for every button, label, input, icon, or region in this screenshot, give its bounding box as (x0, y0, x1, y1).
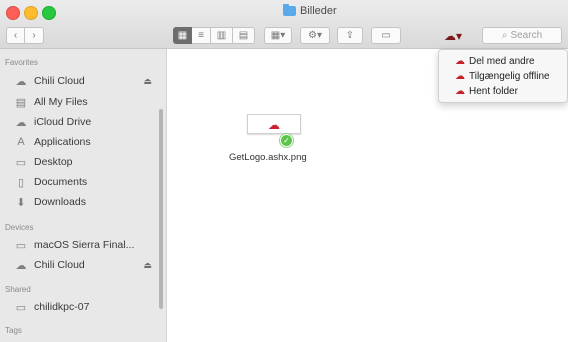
sidebar-section-favorites: Favorites (5, 58, 38, 67)
sync-status-icon: ✓ (280, 134, 293, 147)
eject-icon[interactable]: ⏏ (143, 260, 152, 271)
menu-item-hent-folder[interactable]: ☁ Hent folder (455, 84, 518, 98)
file-thumbnail: ☁ (247, 114, 301, 134)
share-button[interactable]: ⇪ (337, 27, 363, 44)
documents-icon: ▯ (17, 176, 25, 189)
all-files-icon: ▤ (15, 96, 27, 109)
sidebar-item-documents[interactable]: ▯ Documents (14, 173, 154, 191)
sidebar-item-label: Desktop (34, 156, 73, 168)
cloud-icon: ☁ (15, 259, 27, 272)
sidebar-item-desktop[interactable]: ▭ Desktop (14, 153, 154, 171)
grid-icon: ▦ (177, 30, 188, 41)
sidebar-section-tags: Tags (5, 326, 22, 335)
sidebar: Favorites ☁ Chili Cloud ⏏ ▤ All My Files… (0, 49, 167, 342)
menu-item-label: Del med andre (469, 55, 535, 67)
view-gallery-button[interactable]: ▤ (233, 27, 255, 44)
forward-icon: › (32, 30, 36, 41)
menu-item-tilgaengelig-offline[interactable]: ☁ Tilgængelig offline (455, 69, 550, 83)
cloud-icon: ☁▾ (444, 28, 463, 43)
chili-cloud-dropdown-menu: ☁ Del med andre ☁ Tilgængelig offline ☁ … (438, 49, 568, 103)
tag-icon: ▭ (381, 30, 391, 41)
eject-icon[interactable]: ⏏ (143, 76, 152, 87)
cloud-icon: ☁ (15, 75, 27, 88)
action-button[interactable]: ⚙▾ (300, 27, 330, 44)
back-icon: ‹ (13, 30, 18, 41)
share-icon: ⇪ (345, 30, 355, 41)
cloud-icon: ☁ (455, 55, 465, 67)
view-mode-control: ▦ ≡ ▥ ▤ (173, 27, 255, 44)
window-title-group: Billeder (283, 4, 337, 18)
search-field[interactable]: ⌕ Search (482, 27, 562, 44)
checkmark-icon: ✓ (283, 136, 290, 145)
sidebar-item-label: Chili Cloud (34, 259, 85, 271)
group-button[interactable]: ▦▾ (264, 27, 292, 44)
icloud-icon: ☁ (15, 116, 27, 129)
search-placeholder: Search (510, 30, 543, 41)
group-icon: ▦▾ (270, 30, 286, 41)
sidebar-item-macos-disk[interactable]: ▭ macOS Sierra Final... (14, 236, 154, 254)
list-icon: ≡ (198, 30, 204, 41)
tags-button[interactable]: ▭ (371, 27, 401, 44)
view-columns-button[interactable]: ▥ (211, 27, 233, 44)
columns-icon: ▥ (216, 30, 227, 41)
view-list-button[interactable]: ≡ (192, 27, 211, 44)
sidebar-item-label: iCloud Drive (34, 116, 92, 128)
sidebar-scrollbar[interactable] (159, 109, 163, 309)
chili-cloud-menu-button[interactable]: ☁▾ (444, 27, 472, 44)
minimize-button[interactable] (24, 6, 38, 20)
sidebar-item-label: macOS Sierra Final... (34, 239, 135, 251)
window-title: Billeder (300, 5, 337, 17)
finder-window: Billeder ‹ › ▦ ≡ ▥ ▤ ▦▾ ⚙▾ ⇪ ▭ ☁▾ ⌕ Sear… (0, 0, 568, 342)
applications-icon: A (17, 136, 25, 148)
sidebar-item-all-my-files[interactable]: ▤ All My Files (14, 93, 154, 111)
sidebar-item-downloads[interactable]: ⬇ Downloads (14, 193, 154, 211)
folder-icon (283, 4, 296, 16)
cloud-icon: ☁ (268, 118, 280, 132)
menu-item-label: Hent folder (469, 85, 518, 97)
view-icons-button[interactable]: ▦ (173, 27, 192, 44)
sidebar-item-icloud-drive[interactable]: ☁ iCloud Drive (14, 113, 154, 131)
cloud-icon: ☁ (455, 85, 465, 97)
cloud-icon: ☁ (455, 70, 465, 82)
menu-item-label: Tilgængelig offline (469, 70, 550, 82)
sidebar-item-label: Downloads (34, 196, 86, 208)
file-name: GetLogo.ashx.png (229, 152, 307, 163)
sidebar-item-label: Documents (34, 176, 88, 188)
computer-icon: ▭ (15, 301, 27, 314)
sidebar-item-chili-cloud[interactable]: ☁ Chili Cloud ⏏ (14, 72, 154, 90)
search-icon: ⌕ (501, 30, 508, 41)
downloads-icon: ⬇ (16, 196, 26, 209)
sidebar-item-label: chilidkpc-07 (34, 301, 90, 313)
sidebar-section-shared: Shared (5, 285, 31, 294)
sidebar-item-label: Applications (34, 136, 91, 148)
gear-icon: ⚙▾ (308, 30, 322, 41)
sidebar-item-chilidkpc-07[interactable]: ▭ chilidkpc-07 (14, 298, 154, 316)
titlebar: Billeder ‹ › ▦ ≡ ▥ ▤ ▦▾ ⚙▾ ⇪ ▭ ☁▾ ⌕ Sear… (0, 0, 568, 49)
nav-buttons: ‹ › (6, 27, 44, 44)
sidebar-item-chili-cloud-device[interactable]: ☁ Chili Cloud ⏏ (14, 256, 154, 274)
close-button[interactable] (6, 6, 20, 20)
sidebar-item-applications[interactable]: A Applications (14, 133, 154, 151)
sidebar-item-label: Chili Cloud (34, 75, 85, 87)
sidebar-section-devices: Devices (5, 223, 34, 232)
zoom-button[interactable] (42, 6, 56, 20)
gallery-icon: ▤ (238, 30, 249, 41)
menu-item-del-med-andre[interactable]: ☁ Del med andre (455, 54, 535, 68)
desktop-icon: ▭ (15, 156, 27, 169)
forward-button[interactable]: › (25, 27, 44, 44)
back-button[interactable]: ‹ (6, 27, 25, 44)
disk-icon: ▭ (15, 239, 27, 252)
sidebar-item-label: All My Files (34, 96, 88, 108)
